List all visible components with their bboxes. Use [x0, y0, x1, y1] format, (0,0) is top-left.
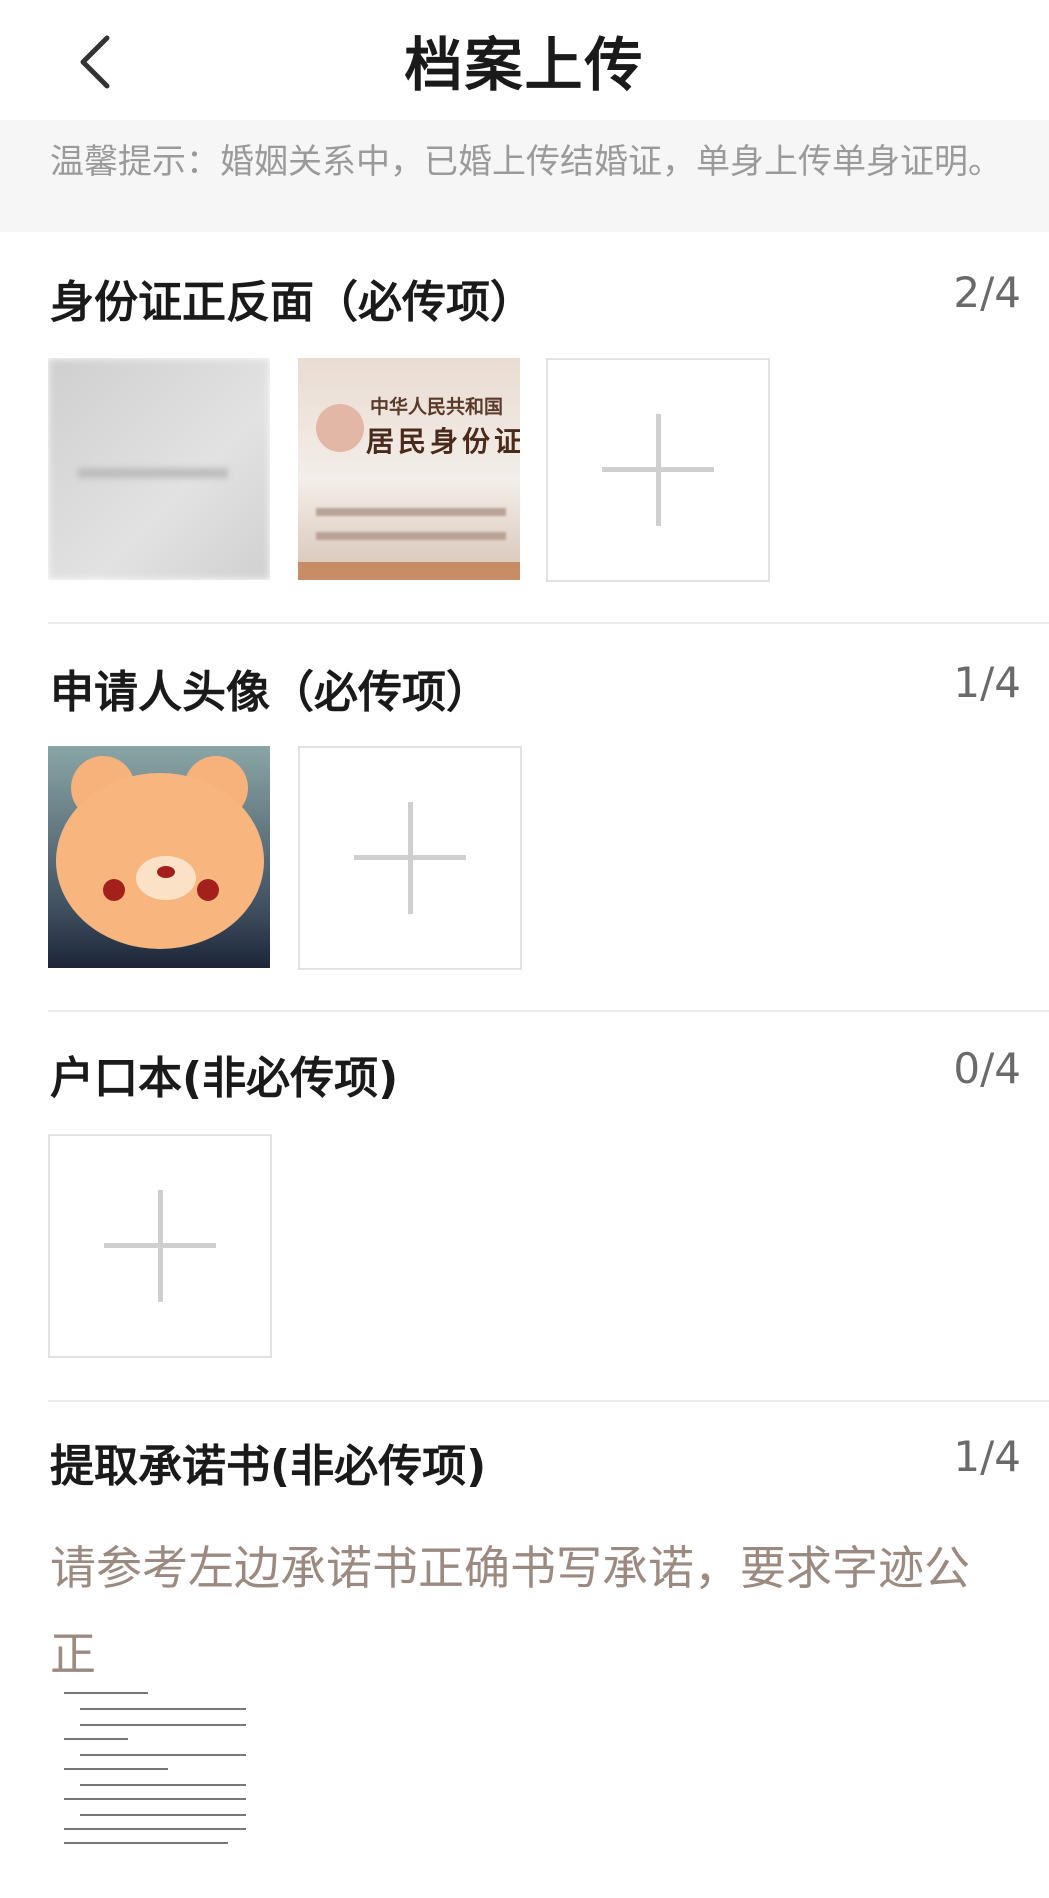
section-title: 提取承诺书(非必传项) — [50, 1441, 487, 1492]
id-card-subheading: 居民身份证 — [366, 425, 520, 458]
section-title: 户口本(非必传项) — [50, 1053, 399, 1104]
top-bar: 档案上传 — [0, 0, 1049, 120]
id-card-back-thumbnail[interactable] — [48, 358, 270, 580]
notice-banner: 温馨提示：婚姻关系中，已婚上传结婚证，单身上传单身证明。 — [0, 120, 1049, 232]
id-card-heading: 中华人民共和国 — [370, 396, 504, 418]
section-household-register: 户口本(非必传项) 0/4 — [0, 1012, 1049, 1400]
add-photo-button[interactable] — [298, 746, 522, 970]
id-card-front-thumbnail[interactable]: 中华人民共和国 居民身份证 — [298, 358, 520, 580]
upload-count: 1/4 — [953, 658, 1021, 707]
notice-text: 温馨提示：婚姻关系中，已婚上传结婚证，单身上传单身证明。 — [50, 142, 1002, 182]
national-emblem — [316, 404, 364, 452]
commitment-sample-thumbnail[interactable] — [58, 1685, 258, 1855]
upload-count: 1/4 — [953, 1432, 1021, 1481]
commitment-hint: 请参考左边承诺书正确书写承诺，要求字迹公正 — [50, 1541, 970, 1681]
upload-count: 2/4 — [953, 268, 1021, 317]
section-title: 申请人头像（必传项） — [50, 667, 490, 718]
applicant-photo-thumbnail[interactable] — [48, 746, 270, 968]
section-title: 身份证正反面（必传项） — [50, 277, 534, 328]
upload-count: 0/4 — [953, 1044, 1021, 1093]
add-photo-button[interactable] — [48, 1134, 272, 1358]
add-photo-button[interactable] — [546, 358, 770, 582]
page-title: 档案上传 — [404, 31, 645, 99]
section-applicant-photo: 申请人头像（必传项） 1/4 — [0, 624, 1049, 1012]
section-id-card: 身份证正反面（必传项） 2/4 中华人民共和国 居民身份证 — [0, 232, 1049, 622]
bear-sticker-icon — [56, 756, 264, 949]
